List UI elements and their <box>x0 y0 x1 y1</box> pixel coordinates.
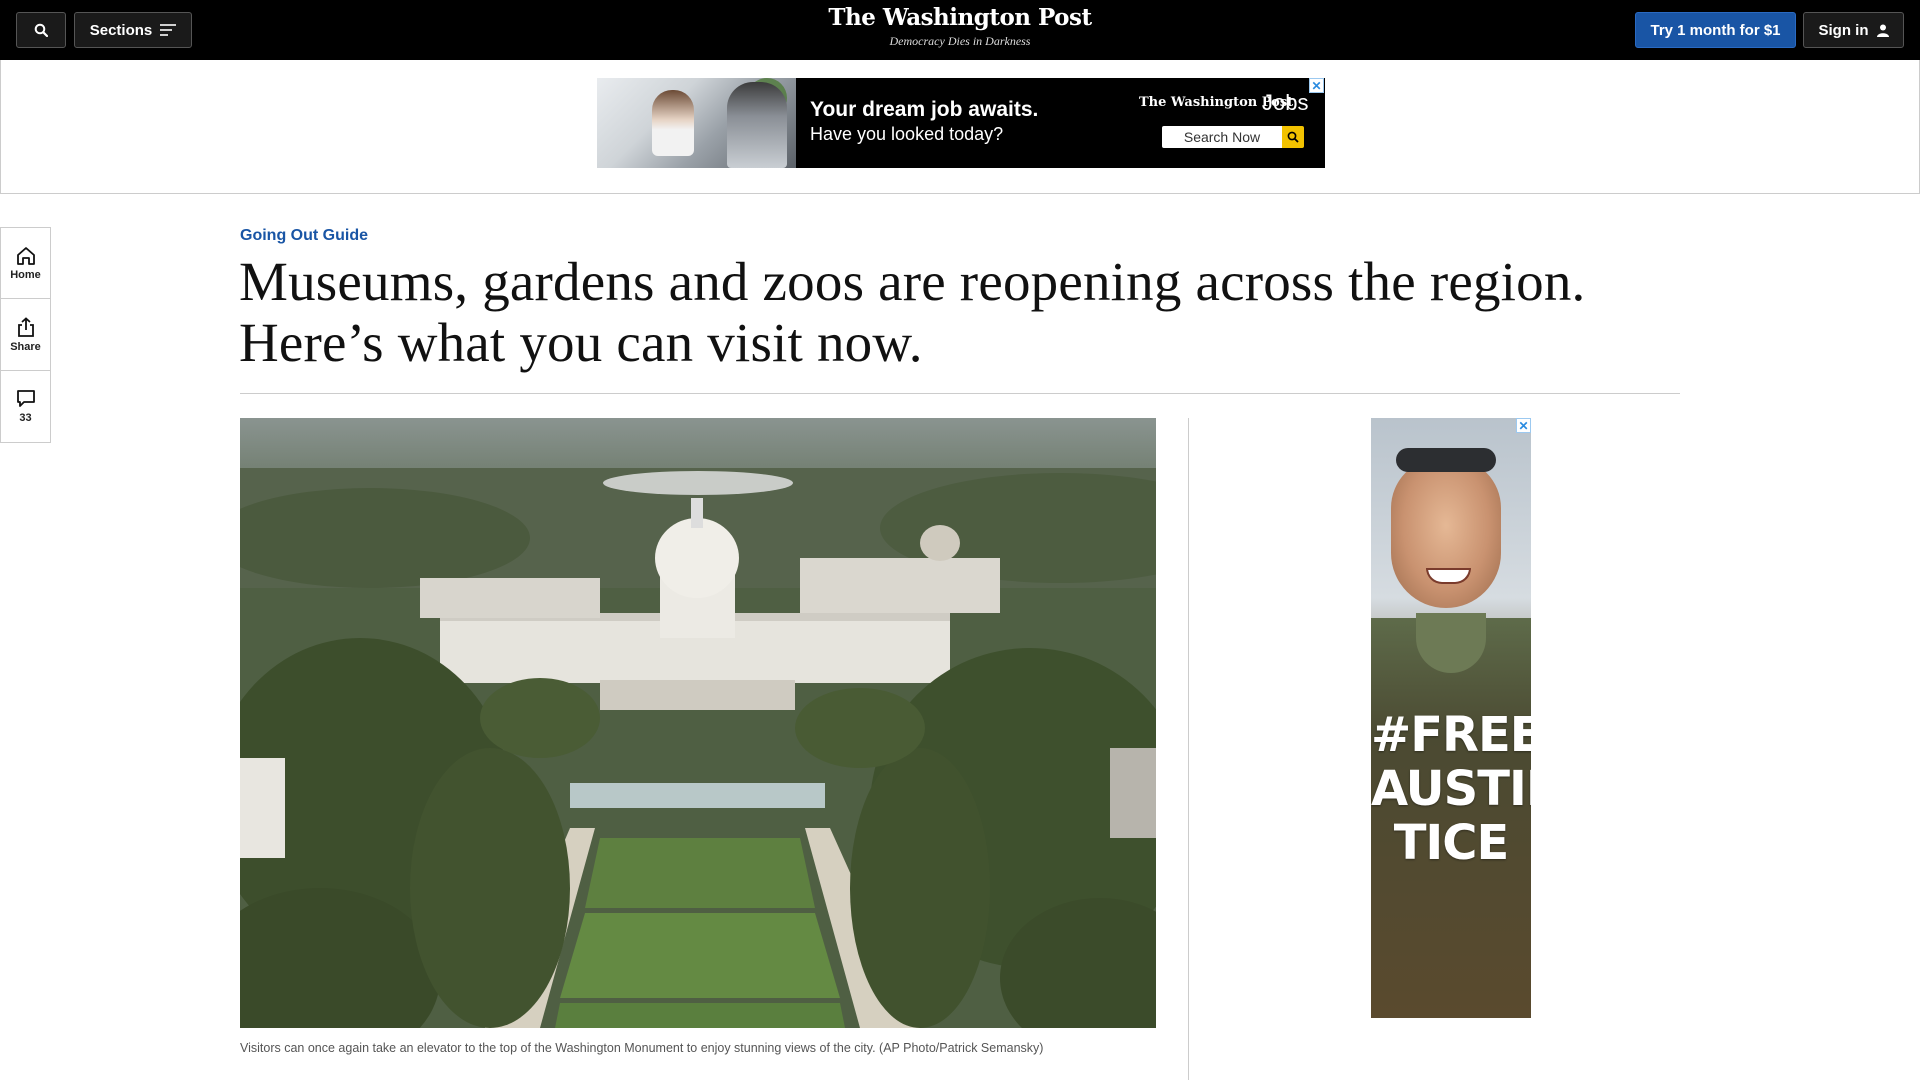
hero-caption: Visitors can once again take an elevator… <box>240 1041 1044 1055</box>
sections-button[interactable]: Sections <box>74 12 192 48</box>
rail-comments[interactable]: 33 <box>0 371 51 443</box>
article-headline: Museums, gardens and zoos are reopening … <box>239 251 1586 373</box>
rail-home-label: Home <box>10 268 41 281</box>
column-divider <box>1188 418 1189 1080</box>
ad-photo <box>597 78 796 168</box>
rail-share[interactable]: Share <box>0 299 51 371</box>
masthead[interactable]: The Washington Post Democracy Dies in Da… <box>760 4 1160 49</box>
site-header: Sections The Washington Post Democracy D… <box>0 0 1920 60</box>
side-ad-slogan-line3: TICE <box>1393 815 1510 871</box>
home-icon <box>16 246 35 265</box>
search-icon <box>34 23 48 37</box>
side-ad-slogan: #FREE AUSTIN TICE <box>1371 708 1531 870</box>
side-ad-slogan-line1: #FREE <box>1371 707 1531 763</box>
site-logo[interactable]: The Washington Post <box>760 4 1160 31</box>
ad-search-now[interactable]: Search Now <box>1162 126 1282 148</box>
subscribe-button[interactable]: Try 1 month for $1 <box>1635 12 1796 48</box>
menu-icon <box>160 24 177 36</box>
share-icon <box>17 316 34 337</box>
rail-home[interactable]: Home <box>0 227 51 299</box>
side-ad[interactable]: #FREE AUSTIN TICE ✕ <box>1371 418 1531 1018</box>
left-rail: Home Share 33 <box>0 227 51 443</box>
user-icon <box>1876 24 1889 37</box>
site-tagline: Democracy Dies in Darkness <box>889 34 1031 48</box>
sign-in-label: Sign in <box>1818 21 1869 39</box>
sign-in-button[interactable]: Sign in <box>1803 12 1904 48</box>
article-kicker[interactable]: Going Out Guide <box>240 227 368 245</box>
sections-label: Sections <box>89 21 153 39</box>
headline-divider <box>240 393 1680 394</box>
ad-headline: Your dream job awaits. <box>810 98 1039 121</box>
jobs-ad-banner[interactable]: Your dream job awaits. Have you looked t… <box>597 78 1325 168</box>
side-ad-slogan-line2: AUSTIN <box>1371 761 1531 817</box>
comments-count: 33 <box>19 412 32 424</box>
ad-search-icon[interactable] <box>1282 126 1304 148</box>
search-button[interactable] <box>16 12 66 48</box>
close-icon[interactable]: ✕ <box>1309 78 1324 93</box>
ad-brand-suffix: Jobs <box>1262 90 1309 115</box>
hero-image <box>240 418 1156 1028</box>
rail-share-label: Share <box>10 340 41 353</box>
comment-icon <box>16 390 35 407</box>
ad-subhead: Have you looked today? <box>810 124 1004 144</box>
close-icon[interactable]: ✕ <box>1516 418 1531 433</box>
top-ad-container: Your dream job awaits. Have you looked t… <box>0 60 1920 194</box>
